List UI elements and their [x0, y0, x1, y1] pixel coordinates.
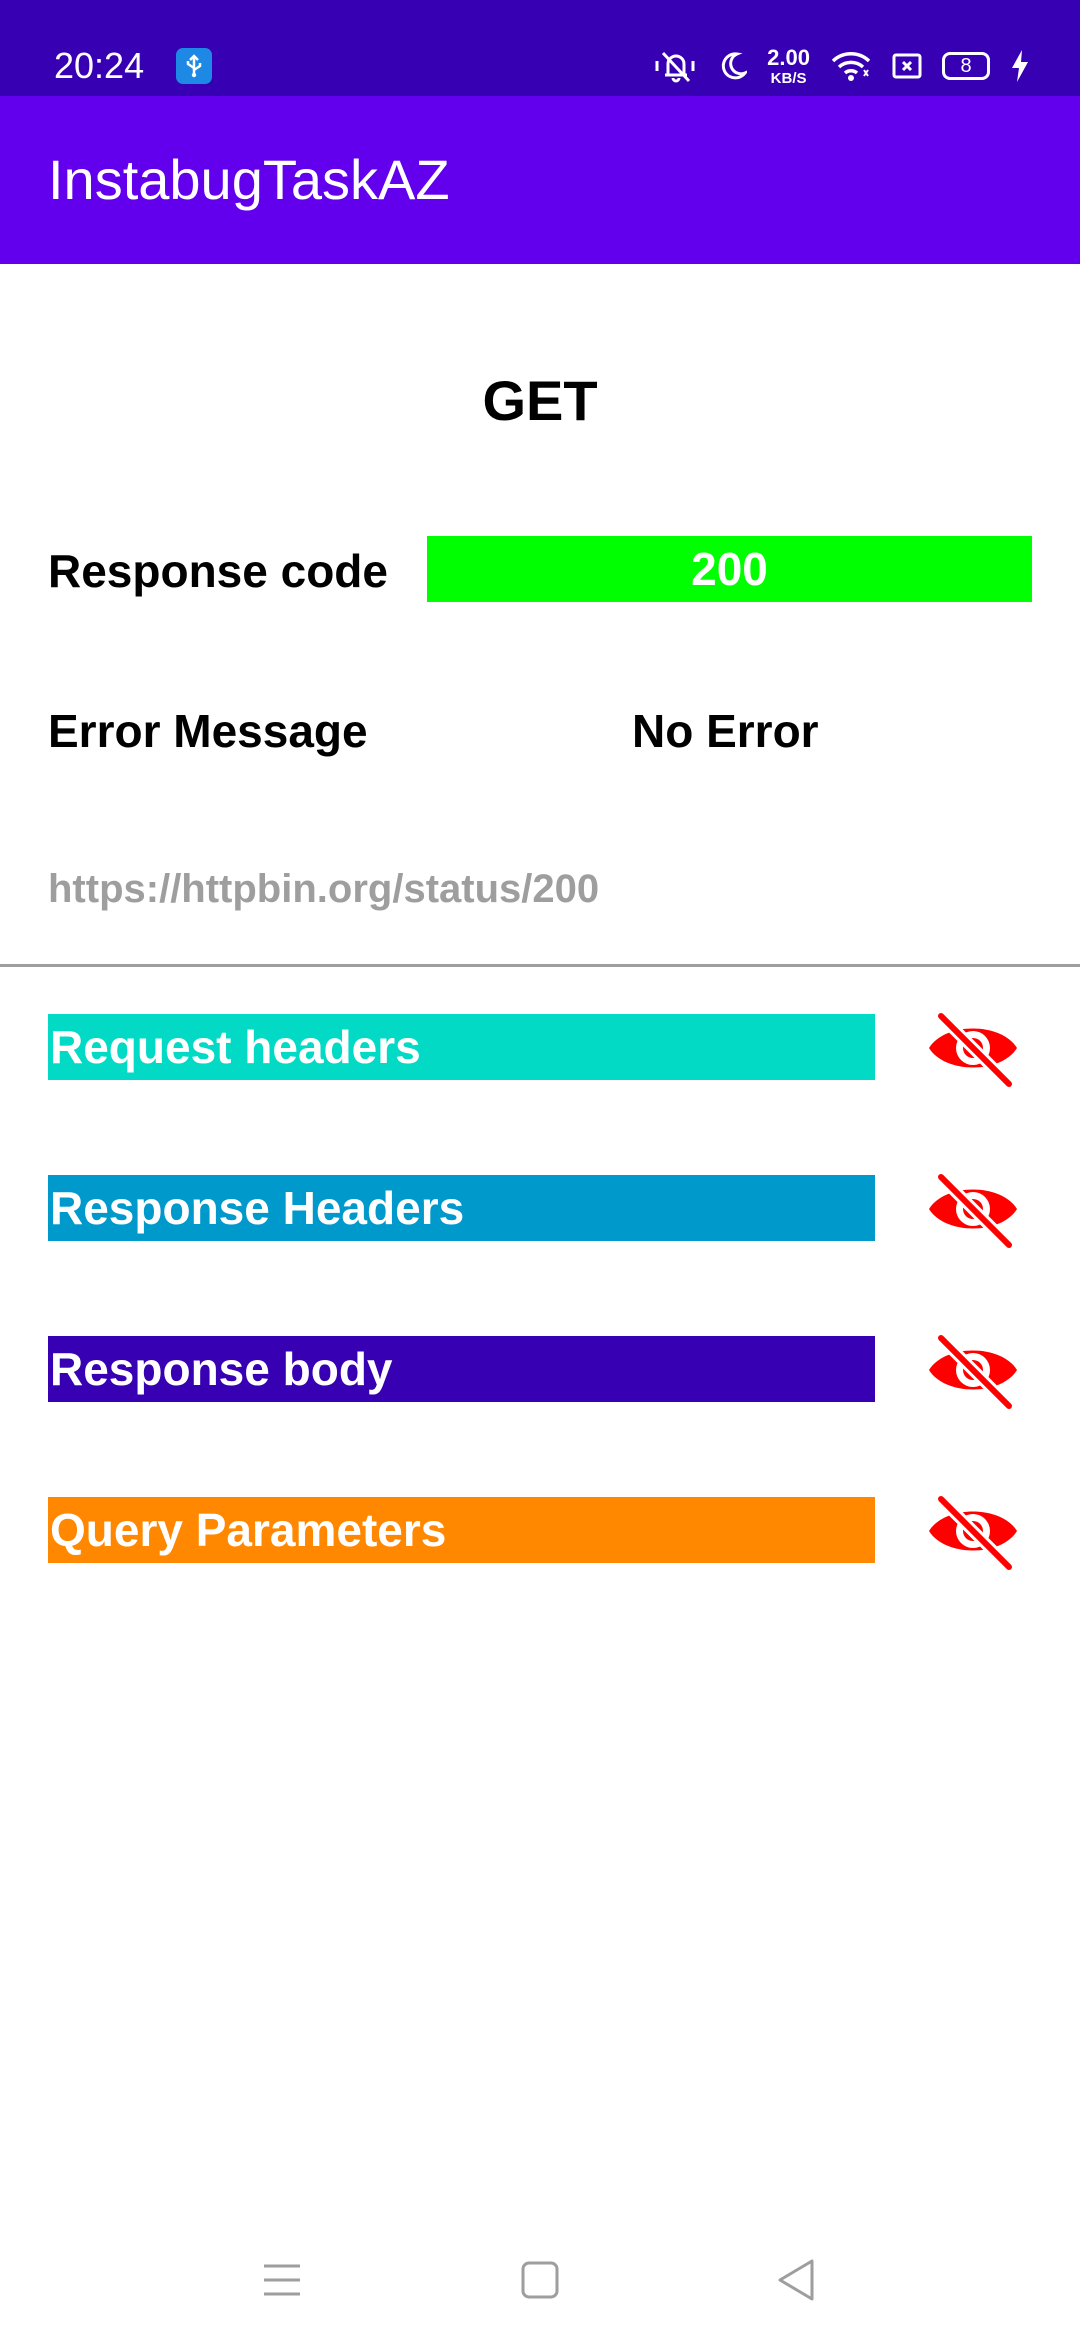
eye-off-icon[interactable] — [925, 1169, 1021, 1249]
eye-off-icon[interactable] — [925, 1330, 1021, 1410]
home-icon[interactable] — [510, 2250, 570, 2310]
section-query-parameters[interactable]: Query Parameters — [48, 1497, 875, 1563]
menu-icon[interactable] — [252, 2250, 312, 2310]
status-bar: 20:24 2.00 KB/S 8 — [0, 0, 1080, 96]
divider — [0, 964, 1080, 967]
back-icon[interactable] — [766, 2250, 826, 2310]
request-method: GET — [482, 369, 598, 432]
response-code-label: Response code — [48, 545, 388, 597]
app-title: InstabugTaskAZ — [48, 148, 450, 211]
request-url: https://httpbin.org/status/200 — [48, 867, 600, 911]
net-speed: 2.00 KB/S — [767, 44, 810, 87]
moon-icon — [719, 51, 748, 81]
error-message-value: No Error — [632, 705, 819, 757]
charging-icon — [1010, 49, 1030, 83]
status-icons: 2.00 KB/S 8 — [653, 40, 1030, 92]
battery-level: 8 — [960, 54, 972, 77]
error-message-label: Error Message — [48, 705, 368, 757]
battery-icon: 8 — [942, 52, 990, 80]
mute-icon — [653, 49, 699, 83]
navigation-bar — [0, 2220, 1080, 2340]
section-response-body[interactable]: Response body — [48, 1336, 875, 1402]
response-code-value: 200 — [427, 536, 1032, 602]
status-time: 20:24 — [54, 45, 145, 86]
net-speed-unit: KB/S — [770, 69, 807, 87]
usb-icon — [176, 48, 212, 84]
net-speed-value: 2.00 — [767, 44, 810, 70]
wifi-icon — [830, 50, 872, 82]
eye-off-icon[interactable] — [925, 1008, 1021, 1088]
section-request-headers[interactable]: Request headers — [48, 1014, 875, 1080]
section-response-headers[interactable]: Response Headers — [48, 1175, 875, 1241]
eye-off-icon[interactable] — [925, 1491, 1021, 1571]
app-bar: InstabugTaskAZ — [0, 96, 1080, 264]
sim-icon — [892, 52, 922, 80]
